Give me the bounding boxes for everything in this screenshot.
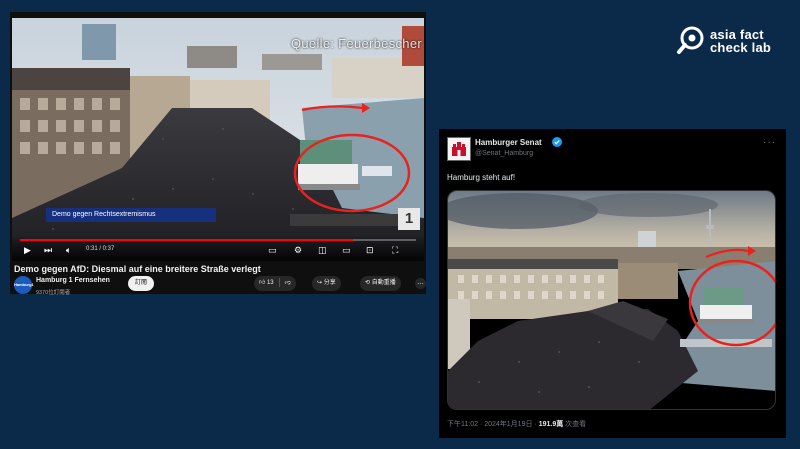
like-button[interactable]: 👍︎ 13 bbox=[254, 276, 279, 291]
channel-name[interactable]: Hamburg 1 Fernsehen bbox=[36, 277, 110, 284]
user-handle[interactable]: @Senat_Hamburg bbox=[475, 150, 533, 157]
video-player[interactable]: Quelle: Feuerbescher Demo gegen Rechtsex… bbox=[12, 18, 424, 261]
subtitles-icon[interactable]: ▭ bbox=[268, 245, 277, 255]
volume-icon[interactable]: 🔈︎ bbox=[66, 245, 71, 255]
views-label: 次查看 bbox=[563, 421, 587, 428]
miniplayer-icon[interactable]: ◫ bbox=[318, 245, 327, 255]
news-lower-third: Demo gegen Rechtsextremismus bbox=[46, 208, 216, 222]
video-title: Demo gegen AfD: Diesmal auf eine breiter… bbox=[14, 264, 261, 274]
like-dislike-pill: 👍︎ 13 👎︎ bbox=[254, 276, 296, 291]
progress-bar[interactable] bbox=[20, 239, 416, 241]
share-icon: ↪ bbox=[317, 280, 323, 286]
thumbs-down-icon: 👎︎ bbox=[284, 280, 291, 286]
theater-icon[interactable]: ▭ bbox=[342, 245, 351, 255]
aerial-photo bbox=[448, 191, 775, 409]
verified-badge-icon bbox=[552, 137, 562, 147]
brand-line-2: check lab bbox=[710, 40, 772, 55]
more-options-button[interactable]: … bbox=[415, 278, 426, 289]
youtube-video-panel: Quelle: Feuerbescher Demo gegen Rechtsex… bbox=[10, 12, 426, 296]
video-frame bbox=[12, 18, 424, 261]
play-icon[interactable]: ▶ bbox=[24, 245, 31, 255]
loop-icon: ⟲ bbox=[365, 280, 371, 286]
video-time: 0:31 / 0:37 bbox=[86, 246, 115, 252]
display-name[interactable]: Hamburger Senat bbox=[475, 138, 542, 147]
autoplay-label: 自動重播 bbox=[371, 280, 396, 286]
cast-icon[interactable]: ⊡ bbox=[366, 245, 374, 255]
profile-avatar[interactable] bbox=[447, 137, 471, 161]
dislike-button[interactable]: 👎︎ bbox=[280, 276, 296, 291]
next-icon[interactable]: ⏭ bbox=[44, 245, 52, 255]
tweet-text: Hamburg steht auf! bbox=[447, 173, 516, 182]
tweet-photo[interactable] bbox=[447, 190, 776, 410]
subscribe-button[interactable]: 訂閱 bbox=[128, 276, 155, 291]
tweet-more-options-icon[interactable]: ··· bbox=[763, 137, 776, 148]
tweet-timestamp[interactable]: 下午11:02 · 2024年1月19日 · bbox=[447, 421, 539, 428]
channel-avatar[interactable]: Hamburg1 bbox=[14, 276, 34, 294]
like-count: 13 bbox=[266, 280, 274, 286]
tweet-panel: Hamburger Senat @Senat_Hamburg ··· Hambu… bbox=[439, 129, 786, 438]
subscriber-count: 9370位訂閱者 bbox=[36, 290, 71, 296]
autoplay-button[interactable]: ⟲ 自動重播 bbox=[360, 276, 401, 291]
hamburg-coat-of-arms-icon bbox=[448, 138, 470, 160]
settings-icon[interactable]: ⚙ bbox=[294, 245, 302, 255]
fullscreen-icon[interactable]: ⛶ bbox=[392, 245, 398, 255]
video-source-watermark: Quelle: Feuerbescher bbox=[290, 36, 422, 51]
magnifier-icon bbox=[677, 26, 704, 54]
channel-bug-logo: 1 bbox=[398, 208, 420, 230]
thumbs-up-icon: 👍︎ bbox=[259, 280, 266, 286]
view-count: 191.9萬 bbox=[538, 421, 564, 428]
tweet-meta: 下午11:02 · 2024年1月19日 · 191.9萬 次查看 bbox=[447, 419, 586, 429]
progress-fill bbox=[20, 239, 353, 241]
asia-fact-check-lab-logo: asia fact check lab bbox=[676, 24, 788, 60]
share-button[interactable]: ↪ 分享 bbox=[312, 276, 341, 291]
share-label: 分享 bbox=[323, 280, 336, 286]
player-controls: ▶ ⏭ 🔈︎ 0:31 / 0:37 ▭ ⚙ ◫ ▭ ⊡ ⛶ bbox=[12, 235, 424, 261]
